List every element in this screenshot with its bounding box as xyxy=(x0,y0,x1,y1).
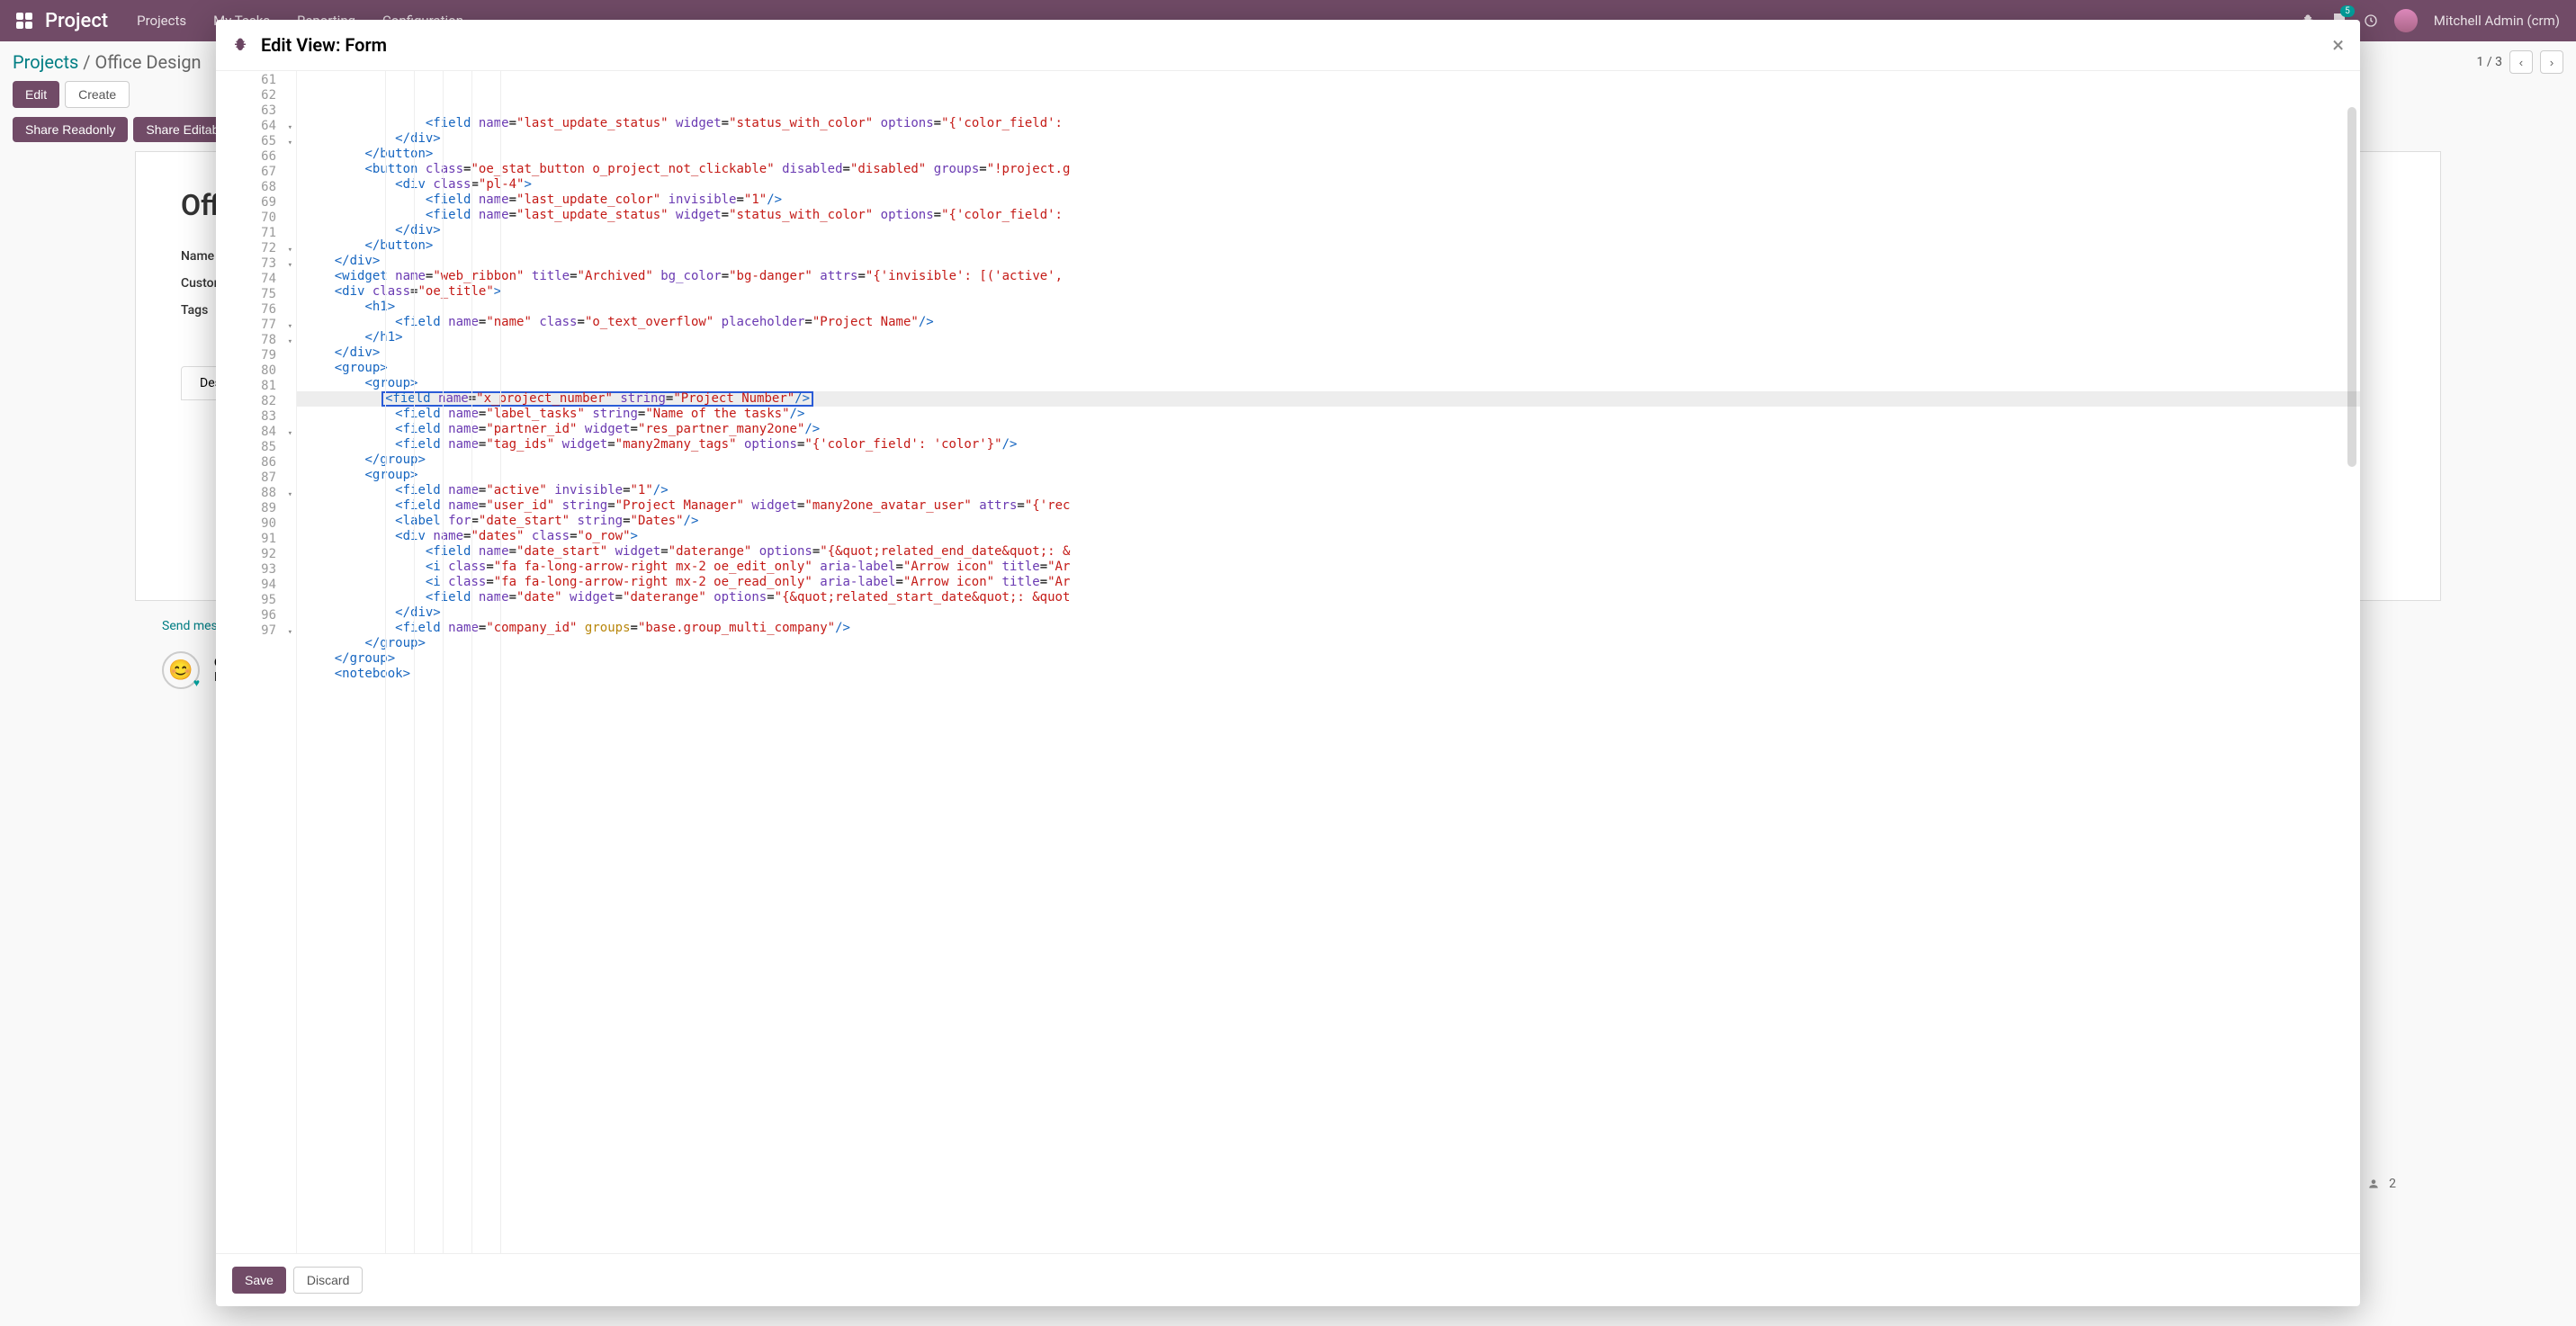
edit-button[interactable]: Edit xyxy=(13,81,59,108)
code-line-71[interactable]: <widget name="web_ribbon" title="Archive… xyxy=(297,269,2360,284)
apps-icon[interactable] xyxy=(16,13,32,29)
send-message-button[interactable]: Send mess xyxy=(162,619,224,633)
message-count: 5 xyxy=(2340,5,2355,17)
menu-projects[interactable]: Projects xyxy=(137,13,186,29)
code-line-96[interactable]: </group> xyxy=(297,651,2360,667)
code-line-61[interactable]: <field name="last_update_status" widget=… xyxy=(297,116,2360,131)
code-line-81[interactable]: <field name="partner_id" widget="res_par… xyxy=(297,422,2360,437)
modal-footer: Save Discard xyxy=(216,1253,2360,1306)
breadcrumb: Projects / Office Design xyxy=(13,51,202,73)
code-line-64[interactable]: <button class="oe_stat_button o_project_… xyxy=(297,162,2360,177)
code-line-76[interactable]: </div> xyxy=(297,345,2360,361)
code-line-90[interactable]: <i class="fa fa-long-arrow-right mx-2 oe… xyxy=(297,560,2360,575)
pager-next-button[interactable]: › xyxy=(2540,50,2563,74)
code-line-80[interactable]: <field name="label_tasks" string="Name o… xyxy=(297,407,2360,422)
save-button[interactable]: Save xyxy=(232,1267,286,1294)
code-line-88[interactable]: <div name="dates" class="o_row"> xyxy=(297,529,2360,544)
code-line-66[interactable]: <field name="last_update_color" invisibl… xyxy=(297,193,2360,208)
code-line-87[interactable]: <label for="date_start" string="Dates"/> xyxy=(297,514,2360,529)
code-line-77[interactable]: <group> xyxy=(297,361,2360,376)
scrollbar[interactable] xyxy=(2347,107,2356,467)
code-line-70[interactable]: </div> xyxy=(297,254,2360,269)
code-line-67[interactable]: <field name="last_update_status" widget=… xyxy=(297,208,2360,223)
app-brand: Project xyxy=(45,10,108,32)
avatar[interactable] xyxy=(2394,9,2418,32)
code-line-79[interactable]: <field name="x_project_number" string="P… xyxy=(297,391,2360,407)
code-line-93[interactable]: </div> xyxy=(297,605,2360,621)
breadcrumb-current: Office Design xyxy=(95,51,202,73)
code-line-97[interactable]: <notebook> xyxy=(297,667,2360,682)
modal-header: Edit View: Form × xyxy=(216,20,2360,71)
modal-title: Edit View: Form xyxy=(261,34,387,56)
code-line-89[interactable]: <field name="date_start" widget="dateran… xyxy=(297,544,2360,560)
code-line-63[interactable]: </button> xyxy=(297,147,2360,162)
discard-button[interactable]: Discard xyxy=(293,1267,363,1294)
user-name[interactable]: Mitchell Admin (crm) xyxy=(2434,13,2560,29)
activity-icon[interactable] xyxy=(2364,13,2378,28)
code-line-83[interactable]: </group> xyxy=(297,452,2360,468)
code-line-73[interactable]: <h1> xyxy=(297,300,2360,315)
pager-prev-button[interactable]: ‹ xyxy=(2509,50,2533,74)
pager: 1 / 3 ‹ › xyxy=(2477,50,2563,74)
code-editor[interactable]: 61626364▾65▾66676869707172▾73▾74757677▾7… xyxy=(216,71,2360,1253)
follower-count: 2 xyxy=(2389,1177,2396,1191)
code-line-82[interactable]: <field name="tag_ids" widget="many2many_… xyxy=(297,437,2360,452)
pager-text: 1 / 3 xyxy=(2477,55,2502,69)
person-icon xyxy=(2367,1178,2380,1190)
followers: 2 xyxy=(2367,1177,2396,1191)
code-line-68[interactable]: </div> xyxy=(297,223,2360,238)
close-icon[interactable]: × xyxy=(2332,32,2344,58)
code-line-72[interactable]: <div class="oe_title"> xyxy=(297,284,2360,300)
code-line-94[interactable]: <field name="company_id" groups="base.gr… xyxy=(297,621,2360,636)
code-line-75[interactable]: </h1> xyxy=(297,330,2360,345)
edit-view-modal: Edit View: Form × 61626364▾65▾6667686970… xyxy=(216,20,2360,1306)
code-line-65[interactable]: <div class="pl-4"> xyxy=(297,177,2360,193)
code-line-84[interactable]: <group> xyxy=(297,468,2360,483)
code-line-74[interactable]: <field name="name" class="o_text_overflo… xyxy=(297,315,2360,330)
breadcrumb-parent[interactable]: Projects xyxy=(13,51,78,73)
code-line-91[interactable]: <i class="fa fa-long-arrow-right mx-2 oe… xyxy=(297,575,2360,590)
code-line-69[interactable]: </button> xyxy=(297,238,2360,254)
bot-avatar: 😊 xyxy=(162,651,200,689)
code-line-62[interactable]: </div> xyxy=(297,131,2360,147)
code-line-85[interactable]: <field name="active" invisible="1"/> xyxy=(297,483,2360,498)
bug-icon xyxy=(232,37,248,53)
share-readonly-button[interactable]: Share Readonly xyxy=(13,117,128,142)
code-line-78[interactable]: <group> xyxy=(297,376,2360,391)
code-line-95[interactable]: </group> xyxy=(297,636,2360,651)
code-line-86[interactable]: <field name="user_id" string="Project Ma… xyxy=(297,498,2360,514)
code-line-92[interactable]: <field name="date" widget="daterange" op… xyxy=(297,590,2360,605)
create-button[interactable]: Create xyxy=(65,81,130,108)
